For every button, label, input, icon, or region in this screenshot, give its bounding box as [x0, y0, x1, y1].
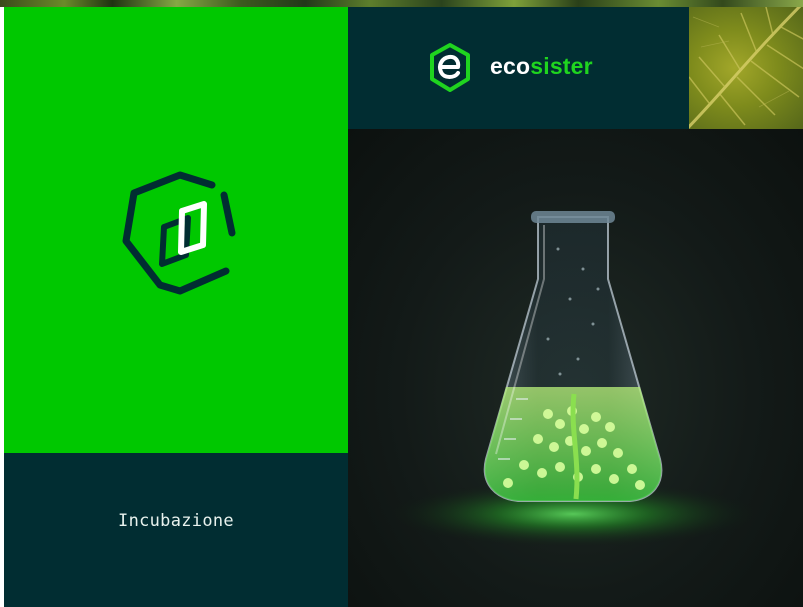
foliage-strip-image	[0, 0, 803, 7]
green-leaf-image	[689, 7, 803, 129]
leaf-veins-graphic	[689, 7, 803, 129]
ecosister-hexagon-e-icon	[430, 43, 470, 92]
brand-wordmark: ecosister	[490, 53, 593, 80]
brand-collage: Incubazione ecosister	[0, 0, 803, 607]
brand-wordmark-sister: sister	[530, 53, 593, 79]
flask-graphic	[383, 211, 763, 548]
ecosister-hexagon-mark-icon	[122, 171, 236, 295]
caption-label: Incubazione	[118, 511, 234, 531]
brand-mark-panel	[4, 7, 348, 453]
caption-panel: Incubazione	[4, 453, 348, 607]
logo-panel: ecosister	[348, 7, 689, 129]
brand-wordmark-eco: eco	[490, 53, 531, 79]
erlenmeyer-flask-with-algae-image	[348, 129, 803, 607]
